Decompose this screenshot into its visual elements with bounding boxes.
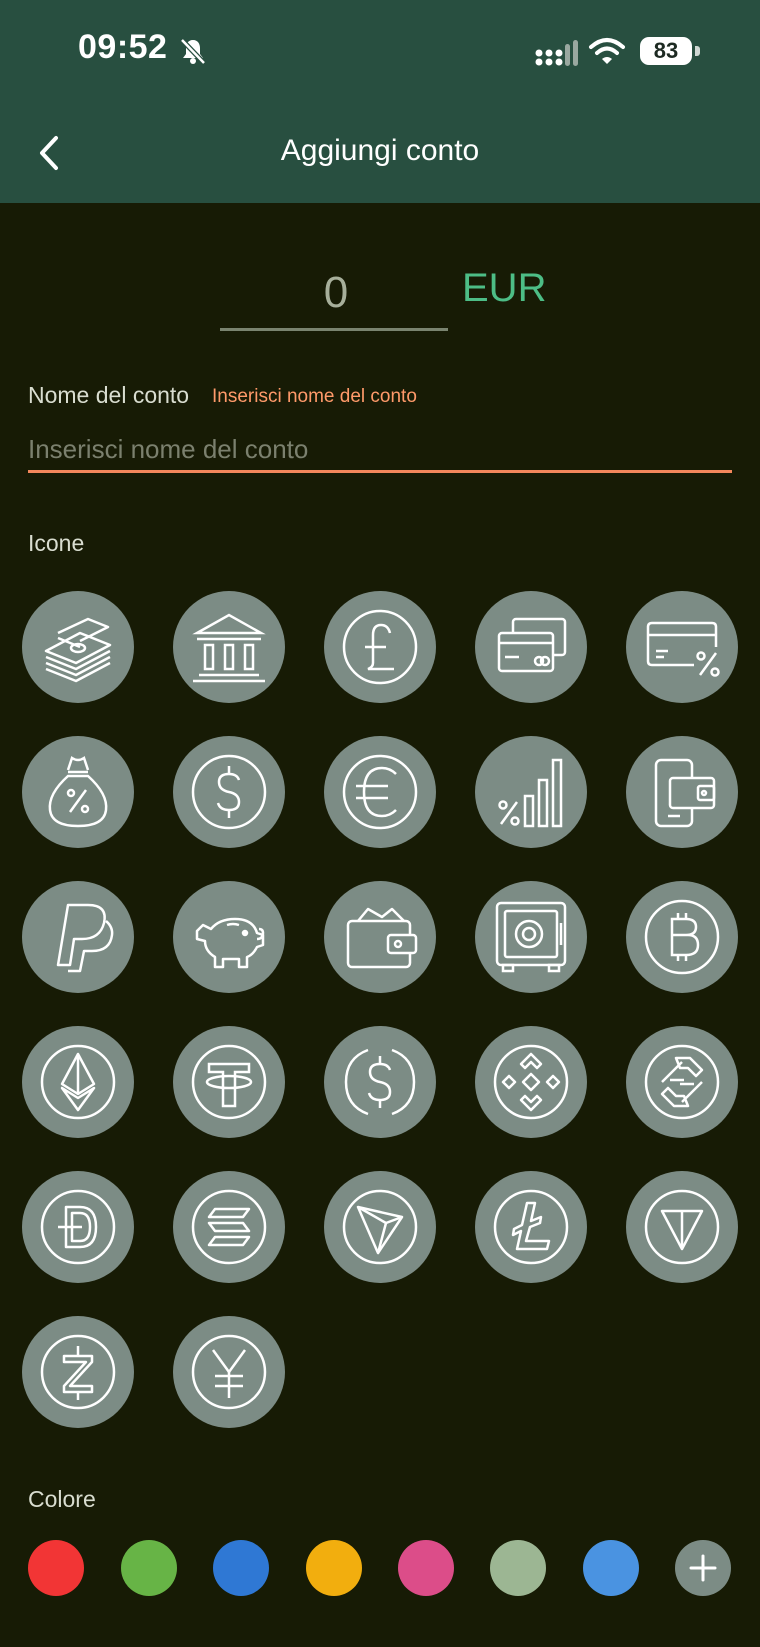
money-bag-percent-icon[interactable]	[22, 736, 134, 848]
wifi-icon	[589, 38, 625, 64]
percent-chart-icon[interactable]	[475, 736, 587, 848]
account-name-label: Nome del conto	[28, 382, 190, 408]
yen-icon[interactable]	[173, 1316, 285, 1428]
litecoin-icon[interactable]	[475, 1171, 587, 1283]
ethereum-icon[interactable]	[22, 1026, 134, 1138]
bitget-icon[interactable]	[626, 1026, 738, 1138]
bank-icon[interactable]	[173, 591, 285, 703]
status-bar: 09:52 83	[0, 0, 760, 100]
euro-icon[interactable]	[324, 736, 436, 848]
card-percent-icon[interactable]	[626, 591, 738, 703]
page-title: Aggiungi conto	[280, 134, 480, 167]
battery-icon: 83	[640, 37, 702, 67]
solana-icon[interactable]	[173, 1171, 285, 1283]
tron-icon[interactable]	[324, 1171, 436, 1283]
zcash-icon[interactable]	[22, 1316, 134, 1428]
tether-icon[interactable]	[173, 1026, 285, 1138]
piggy-bank-icon[interactable]	[173, 881, 285, 993]
bell-muted-icon	[180, 38, 206, 65]
colors-section-label: Colore	[28, 1486, 96, 1512]
phone-wallet-icon[interactable]	[626, 736, 738, 848]
toncoin-icon[interactable]	[626, 1171, 738, 1283]
paypal-icon[interactable]	[22, 881, 134, 993]
color-swatch-yellow[interactable]	[306, 1540, 362, 1596]
color-swatch-green[interactable]	[121, 1540, 177, 1596]
safe-icon[interactable]	[475, 881, 587, 993]
amount-input[interactable]	[220, 262, 452, 324]
cash-stack-icon[interactable]	[22, 591, 134, 703]
binance-icon[interactable]	[475, 1026, 587, 1138]
account-name-input[interactable]	[28, 428, 732, 473]
account-name-error: Inserisci nome del conto	[212, 386, 417, 407]
dollar-icon[interactable]	[173, 736, 285, 848]
amount-field[interactable]	[220, 262, 452, 331]
status-time: 09:52	[78, 28, 168, 66]
plus-icon	[689, 1554, 717, 1582]
pound-icon[interactable]	[324, 591, 436, 703]
color-swatch-red[interactable]	[28, 1540, 84, 1596]
battery-level: 83	[640, 37, 692, 65]
icons-section-label: Icone	[28, 530, 85, 556]
color-palette	[28, 1540, 738, 1598]
app-header: 09:52 83 Aggiungi conto	[0, 0, 760, 203]
color-swatch-blue[interactable]	[213, 1540, 269, 1596]
credit-cards-icon[interactable]	[475, 591, 587, 703]
color-swatch-pink[interactable]	[398, 1540, 454, 1596]
dogecoin-icon[interactable]	[22, 1171, 134, 1283]
color-swatch-light-blue[interactable]	[583, 1540, 639, 1596]
usd-coin-icon[interactable]	[324, 1026, 436, 1138]
add-color-button[interactable]	[675, 1540, 731, 1596]
wallet-icon[interactable]	[324, 881, 436, 993]
color-swatch-sage[interactable]	[490, 1540, 546, 1596]
bitcoin-icon[interactable]	[626, 881, 738, 993]
currency-selector[interactable]: EUR	[462, 266, 546, 311]
signal-icon	[535, 40, 578, 66]
